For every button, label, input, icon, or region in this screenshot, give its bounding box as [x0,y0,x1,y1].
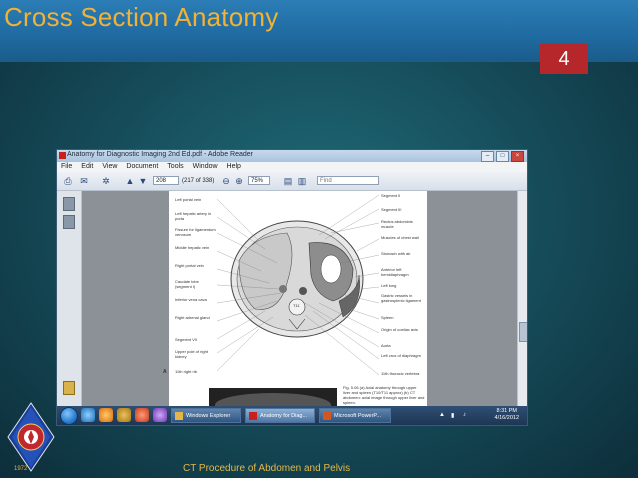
taskbar: Windows Explorer Anatomy for Diag... Mic… [57,406,527,425]
page-number-input[interactable]: 208 [153,176,179,185]
zoom-in-icon[interactable]: ⊕ [234,176,244,186]
print-icon[interactable]: ⎙ [63,176,73,186]
folder-icon [175,412,183,420]
window-controls: – □ × [481,151,524,162]
figure-label: Aorta [381,343,391,348]
folder-icon[interactable] [117,408,131,422]
figure-label: 11th thoracic vertebra [381,371,420,376]
next-page-icon[interactable]: ▼ [138,176,148,186]
figure-label: Spleen [381,315,394,320]
volume-icon[interactable]: ♪ [463,412,466,418]
institute-logo [7,402,55,472]
figure-label: Caudate lobe (segment I) [175,279,199,289]
figure-label: Muscles of chest wall [381,235,419,240]
slide-title: Cross Section Anatomy [4,2,279,32]
slide-footer: CT Procedure of Abdomen and Pelvis [183,463,351,474]
figure-caption: Fig. 5.06 (a) Axial anatomy through uppe… [343,385,425,405]
signatures-panel-icon[interactable] [63,381,75,395]
clock-date: 4/16/2012 [494,415,519,421]
taskbar-app-label: Anatomy for Diag... [260,413,308,419]
figure-label: Stomach with air [381,251,411,256]
previous-page-icon[interactable]: ▲ [125,176,135,186]
powerpoint-icon [323,412,331,420]
taskbar-app-label: Microsoft PowerP... [334,413,381,419]
figure-label: Left portal vein [175,197,202,202]
maximize-button[interactable]: □ [496,151,509,162]
figure-label: Inferior vena cava [175,297,207,302]
media-player-icon[interactable] [135,408,149,422]
app-icon[interactable] [153,408,167,422]
slide-number: 4 [540,44,588,74]
menu-file[interactable]: File [61,162,72,172]
figure-label: Rectus abdominis muscle [381,219,413,229]
figure-label: Fissure for ligamentum venosum [175,227,216,237]
figure-label: Left crus of diaphragm [381,353,421,358]
fit-width-icon[interactable]: ▥ [297,176,307,186]
taskbar-app-label: Windows Explorer [186,413,231,419]
figure-label: Anterior left hemidiaphragm [381,267,409,277]
figure-label: Left hepatic artery in porta [175,211,212,221]
pages-panel-icon[interactable] [63,197,75,211]
figure-label: Segment II [381,193,401,198]
find-input[interactable]: Find [317,176,379,185]
figure-label: Origin of coeliac axis [381,327,418,332]
taskbar-app-reader[interactable]: Anatomy for Diag... [245,408,315,423]
panel-letter: A [163,369,167,375]
minimize-button[interactable]: – [481,151,494,162]
figure-label: Segment VII [175,337,198,342]
page-count: (217 of 338) [182,178,215,184]
email-icon[interactable]: ✉ [79,176,89,186]
vertical-scrollbar[interactable] [517,191,527,406]
figure-label: Segment III [381,207,402,212]
adobe-reader-icon [249,412,257,420]
fit-page-icon[interactable]: ▤ [283,176,293,186]
window-title: Anatomy for Diagnostic Imaging 2nd Ed.pd… [67,151,253,158]
scrollbar-thumb[interactable] [519,322,527,342]
close-button[interactable]: × [511,151,524,162]
attachments-panel-icon[interactable] [63,215,75,229]
window-title-bar: Anatomy for Diagnostic Imaging 2nd Ed.pd… [57,150,527,162]
internet-explorer-icon[interactable] [81,408,95,422]
figure-label: Left lung [381,283,397,288]
tray-expand-icon[interactable]: ▲ [439,412,445,418]
document-area: Left portal vein Left hepatic artery in … [82,191,517,406]
zoom-select[interactable]: 75% [248,176,270,185]
menu-document[interactable]: Document [126,162,158,172]
zoom-out-icon[interactable]: ⊖ [221,176,231,186]
figure-label: Right adrenal gland [175,315,210,320]
menu-edit[interactable]: Edit [81,162,93,172]
system-clock[interactable]: 8:31 PM 4/16/2012 [495,408,519,422]
menu-window[interactable]: Window [193,162,218,172]
figure-label: Right portal vein [175,263,204,268]
figure-label: Middle hepatic vein [175,245,210,250]
figure-label: Gastric vessels in gastrosplenic ligamen… [381,293,421,303]
firefox-icon[interactable] [99,408,113,422]
collaborate-icon[interactable]: ✲ [101,176,111,186]
adobe-reader-icon [59,152,66,159]
pdf-page: Left portal vein Left hepatic artery in … [163,191,427,406]
figure-label: 11th right rib [175,369,197,374]
start-button[interactable] [60,407,78,425]
menu-view[interactable]: View [102,162,117,172]
navigation-pane [57,191,82,406]
taskbar-app-powerpoint[interactable]: Microsoft PowerP... [319,408,391,423]
reader-screenshot: Anatomy for Diagnostic Imaging 2nd Ed.pd… [57,150,527,425]
menu-bar: File Edit View Document Tools Window Hel… [57,162,527,172]
taskbar-app-explorer[interactable]: Windows Explorer [171,408,241,423]
clock-time: 8:31 PM [496,408,517,414]
toolbar: ⎙ ✉ ✲ ▲ ▼ 208 (217 of 338) ⊖ ⊕ 75% ▤ ▥ F… [57,172,527,191]
network-icon[interactable]: ▮ [451,412,454,419]
menu-tools[interactable]: Tools [167,162,183,172]
figure-label: Upper pole of right kidney [175,349,208,359]
menu-help[interactable]: Help [227,162,241,172]
vertebra-label: T11 [293,303,300,308]
logo-year: 1972 [14,466,28,472]
